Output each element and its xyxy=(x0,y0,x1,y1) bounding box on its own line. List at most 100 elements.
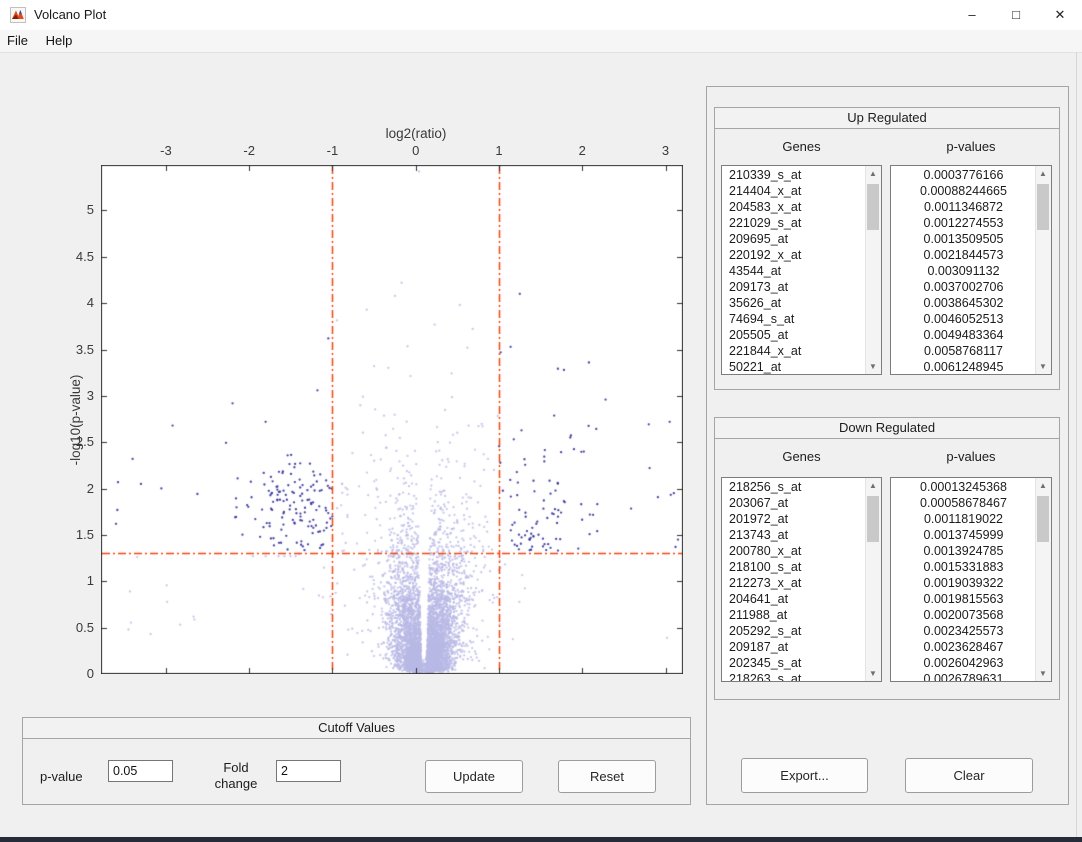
pvalue-list-item[interactable]: 0.0058768117 xyxy=(891,343,1036,359)
up-genes-scrollbar[interactable]: ▲ ▼ xyxy=(865,166,881,374)
reset-button[interactable]: Reset xyxy=(558,760,656,793)
pvalue-list-item[interactable]: 0.0019039322 xyxy=(891,575,1036,591)
pvalue-list-item[interactable]: 0.0012274553 xyxy=(891,215,1036,231)
scroll-down-icon[interactable]: ▼ xyxy=(866,666,880,681)
scrollbar-thumb[interactable] xyxy=(867,496,879,542)
scroll-down-icon[interactable]: ▼ xyxy=(866,359,880,374)
gene-list-item[interactable]: 201972_at xyxy=(722,511,866,527)
gene-list-item[interactable]: 74694_s_at xyxy=(722,311,866,327)
clear-button[interactable]: Clear xyxy=(905,758,1033,793)
pvalue-list-item[interactable]: 0.00058678467 xyxy=(891,495,1036,511)
pvalue-list-item[interactable]: 0.00088244665 xyxy=(891,183,1036,199)
gene-list-item[interactable]: 200780_x_at xyxy=(722,543,866,559)
pvalue-input[interactable] xyxy=(108,760,173,782)
pvalue-list-item[interactable]: 0.0049483364 xyxy=(891,327,1036,343)
gene-list-item[interactable]: 209173_at xyxy=(722,279,866,295)
pvalue-list-item[interactable]: 0.0037002706 xyxy=(891,279,1036,295)
pvalue-list-item[interactable]: 0.00013245368 xyxy=(891,479,1036,495)
gene-list-item[interactable]: 212273_x_at xyxy=(722,575,866,591)
menu-help[interactable]: Help xyxy=(39,30,80,51)
pvalue-list-item[interactable]: 0.0023425573 xyxy=(891,623,1036,639)
up-genes-listbox[interactable]: 210339_s_at214404_x_at204583_x_at221029_… xyxy=(721,165,882,375)
up-regulated-title: Up Regulated xyxy=(715,108,1059,129)
pvalue-list-item[interactable]: 0.0013509505 xyxy=(891,231,1036,247)
window-bottom-border xyxy=(0,837,1082,842)
pvalue-list-item[interactable]: 0.0013924785 xyxy=(891,543,1036,559)
gene-list-item[interactable]: 204641_at xyxy=(722,591,866,607)
pvalue-list-item[interactable]: 0.0038645302 xyxy=(891,295,1036,311)
down-pvalues-header: p-values xyxy=(890,449,1052,464)
gene-list-item[interactable]: 205505_at xyxy=(722,327,866,343)
pvalue-list-item[interactable]: 0.0026042963 xyxy=(891,655,1036,671)
gene-list-item[interactable]: 209187_at xyxy=(722,639,866,655)
gene-list-item[interactable]: 218100_s_at xyxy=(722,559,866,575)
gene-list-item[interactable]: 205292_s_at xyxy=(722,623,866,639)
x-axis-title: log2(ratio) xyxy=(316,126,516,141)
pvalue-list-item[interactable]: 0.0015331883 xyxy=(891,559,1036,575)
close-button[interactable]: ✕ xyxy=(1038,0,1082,30)
gene-list-item[interactable]: 203067_at xyxy=(722,495,866,511)
export-button[interactable]: Export... xyxy=(741,758,868,793)
gene-list-item[interactable]: 221844_x_at xyxy=(722,343,866,359)
pvalue-list-item[interactable]: 0.0020073568 xyxy=(891,607,1036,623)
down-genes-scrollbar[interactable]: ▲ ▼ xyxy=(865,478,881,681)
down-pvalues-scrollbar[interactable]: ▲ ▼ xyxy=(1035,478,1051,681)
minimize-button[interactable]: – xyxy=(950,0,994,30)
down-genes-header: Genes xyxy=(721,449,882,464)
down-genes-listbox[interactable]: 218256_s_at203067_at201972_at213743_at20… xyxy=(721,477,882,682)
pvalue-list-item[interactable]: 0.0019815563 xyxy=(891,591,1036,607)
pvalue-list-item[interactable]: 0.0011819022 xyxy=(891,511,1036,527)
up-pvalues-header: p-values xyxy=(890,139,1052,154)
volcano-scatter-canvas[interactable] xyxy=(101,165,683,674)
gene-list-item[interactable]: 35626_at xyxy=(722,295,866,311)
pvalue-list-item[interactable]: 0.0046052513 xyxy=(891,311,1036,327)
gene-list-item[interactable]: 218263_s_at xyxy=(722,671,866,681)
gene-list-item[interactable]: 202345_s_at xyxy=(722,655,866,671)
fold-change-label: Fold change xyxy=(204,760,268,792)
fold-change-input[interactable] xyxy=(276,760,341,782)
gene-list-item[interactable]: 209695_at xyxy=(722,231,866,247)
menu-file[interactable]: File xyxy=(0,30,35,51)
scroll-up-icon[interactable]: ▲ xyxy=(866,478,880,493)
gene-list-item[interactable]: 221029_s_at xyxy=(722,215,866,231)
down-pvalues-listbox[interactable]: 0.000132453680.000586784670.00118190220.… xyxy=(890,477,1052,682)
scroll-down-icon[interactable]: ▼ xyxy=(1036,359,1050,374)
cutoff-values-title: Cutoff Values xyxy=(23,718,690,739)
x-tick-label: -3 xyxy=(148,143,184,158)
y-tick-label: 3 xyxy=(48,388,94,403)
gene-list-item[interactable]: 204583_x_at xyxy=(722,199,866,215)
pvalue-list-item[interactable]: 0.0011346872 xyxy=(891,199,1036,215)
scroll-up-icon[interactable]: ▲ xyxy=(1036,166,1050,181)
app-icon xyxy=(10,7,26,23)
pvalue-list-item[interactable]: 0.0061248945 xyxy=(891,359,1036,374)
scrollbar-thumb[interactable] xyxy=(1037,184,1049,230)
gene-list-item[interactable]: 50221_at xyxy=(722,359,866,374)
y-tick-label: 0.5 xyxy=(48,620,94,635)
update-button[interactable]: Update xyxy=(425,760,523,793)
gene-list-item[interactable]: 214404_x_at xyxy=(722,183,866,199)
scrollbar-thumb[interactable] xyxy=(1037,496,1049,542)
pvalue-list-item[interactable]: 0.0026789631 xyxy=(891,671,1036,681)
window-controls: – □ ✕ xyxy=(950,0,1082,30)
gene-list-item[interactable]: 218256_s_at xyxy=(722,479,866,495)
gene-list-item[interactable]: 210339_s_at xyxy=(722,167,866,183)
scroll-down-icon[interactable]: ▼ xyxy=(1036,666,1050,681)
gene-list-item[interactable]: 43544_at xyxy=(722,263,866,279)
y-tick-label: 2 xyxy=(48,481,94,496)
maximize-button[interactable]: □ xyxy=(994,0,1038,30)
gene-list-item[interactable]: 220192_x_at xyxy=(722,247,866,263)
scrollbar-thumb[interactable] xyxy=(867,184,879,230)
gene-list-item[interactable]: 211988_at xyxy=(722,607,866,623)
pvalue-list-item[interactable]: 0.0021844573 xyxy=(891,247,1036,263)
up-genes-header: Genes xyxy=(721,139,882,154)
pvalue-list-item[interactable]: 0.003091132 xyxy=(891,263,1036,279)
y-tick-label: 4 xyxy=(48,295,94,310)
pvalue-list-item[interactable]: 0.0023628467 xyxy=(891,639,1036,655)
scroll-up-icon[interactable]: ▲ xyxy=(1036,478,1050,493)
gene-list-item[interactable]: 213743_at xyxy=(722,527,866,543)
pvalue-list-item[interactable]: 0.0003776166 xyxy=(891,167,1036,183)
pvalue-list-item[interactable]: 0.0013745999 xyxy=(891,527,1036,543)
up-pvalues-scrollbar[interactable]: ▲ ▼ xyxy=(1035,166,1051,374)
up-pvalues-listbox[interactable]: 0.00037761660.000882446650.00113468720.0… xyxy=(890,165,1052,375)
scroll-up-icon[interactable]: ▲ xyxy=(866,166,880,181)
